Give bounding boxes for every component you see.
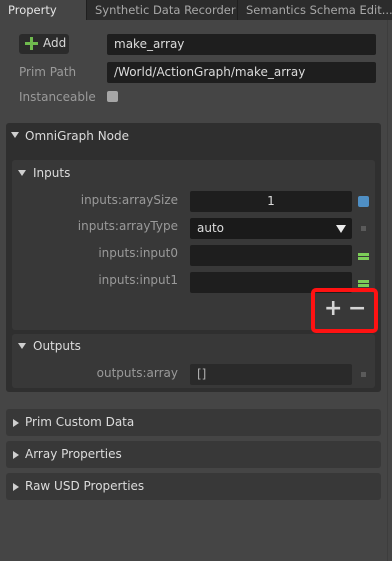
array-type-indicator-icon (361, 226, 366, 231)
dropdown-arrow-icon (336, 225, 346, 233)
prim-path-field[interactable]: /World/ActionGraph/make_array (107, 62, 376, 83)
instanceable-checkbox[interactable] (107, 91, 118, 102)
collapse-triangle-icon[interactable] (18, 343, 26, 349)
plus-icon (25, 37, 38, 50)
array-size-default-icon[interactable] (358, 196, 369, 207)
add-button[interactable]: Add (19, 34, 69, 54)
tab-property[interactable]: Property (0, 0, 86, 20)
array-size-field[interactable]: 1 (190, 191, 352, 212)
expand-triangle-icon (13, 419, 19, 427)
input-input0-label: inputs:input0 (98, 246, 178, 260)
prim-path-label: Prim Path (19, 65, 77, 79)
tab-semantics-schema-editor[interactable]: Semantics Schema Edit... (238, 0, 392, 20)
output-indicator-icon (361, 372, 366, 377)
section-label: Raw USD Properties (25, 479, 145, 493)
output-array-field: [] (190, 364, 352, 385)
array-type-value: auto (197, 221, 225, 235)
omnigraph-node-title: OmniGraph Node (25, 129, 130, 143)
collapse-triangle-icon[interactable] (18, 170, 26, 176)
section-raw-usd-properties[interactable]: Raw USD Properties (6, 473, 381, 500)
prim-name-field[interactable]: make_array (107, 34, 376, 55)
section-label: Prim Custom Data (25, 415, 135, 429)
section-label: Array Properties (25, 447, 122, 461)
outputs-title: Outputs (33, 339, 81, 353)
input-input1-label: inputs:input1 (98, 273, 178, 287)
instanceable-label: Instanceable (19, 90, 96, 104)
collapse-triangle-icon[interactable] (11, 132, 19, 138)
section-prim-custom-data[interactable]: Prim Custom Data (6, 409, 381, 436)
tab-bar: Property Synthetic Data Recorder Semanti… (0, 0, 392, 20)
array-type-dropdown[interactable]: auto (190, 218, 352, 239)
input-arraysize-label: inputs:arraySize (80, 193, 178, 207)
expand-triangle-icon (13, 483, 19, 491)
expand-triangle-icon (13, 451, 19, 459)
tab-synthetic-data-recorder[interactable]: Synthetic Data Recorder (87, 0, 237, 20)
add-button-label: Add (43, 36, 67, 50)
input0-field[interactable] (190, 245, 352, 266)
section-array-properties[interactable]: Array Properties (6, 441, 381, 468)
panel-scrollbar[interactable] (387, 20, 388, 561)
connect-icon[interactable] (358, 251, 369, 262)
output-array-label: outputs:array (96, 366, 178, 380)
inputs-title: Inputs (33, 166, 71, 180)
input-arraytype-label: inputs:arrayType (77, 219, 178, 233)
highlight-box (311, 288, 378, 333)
